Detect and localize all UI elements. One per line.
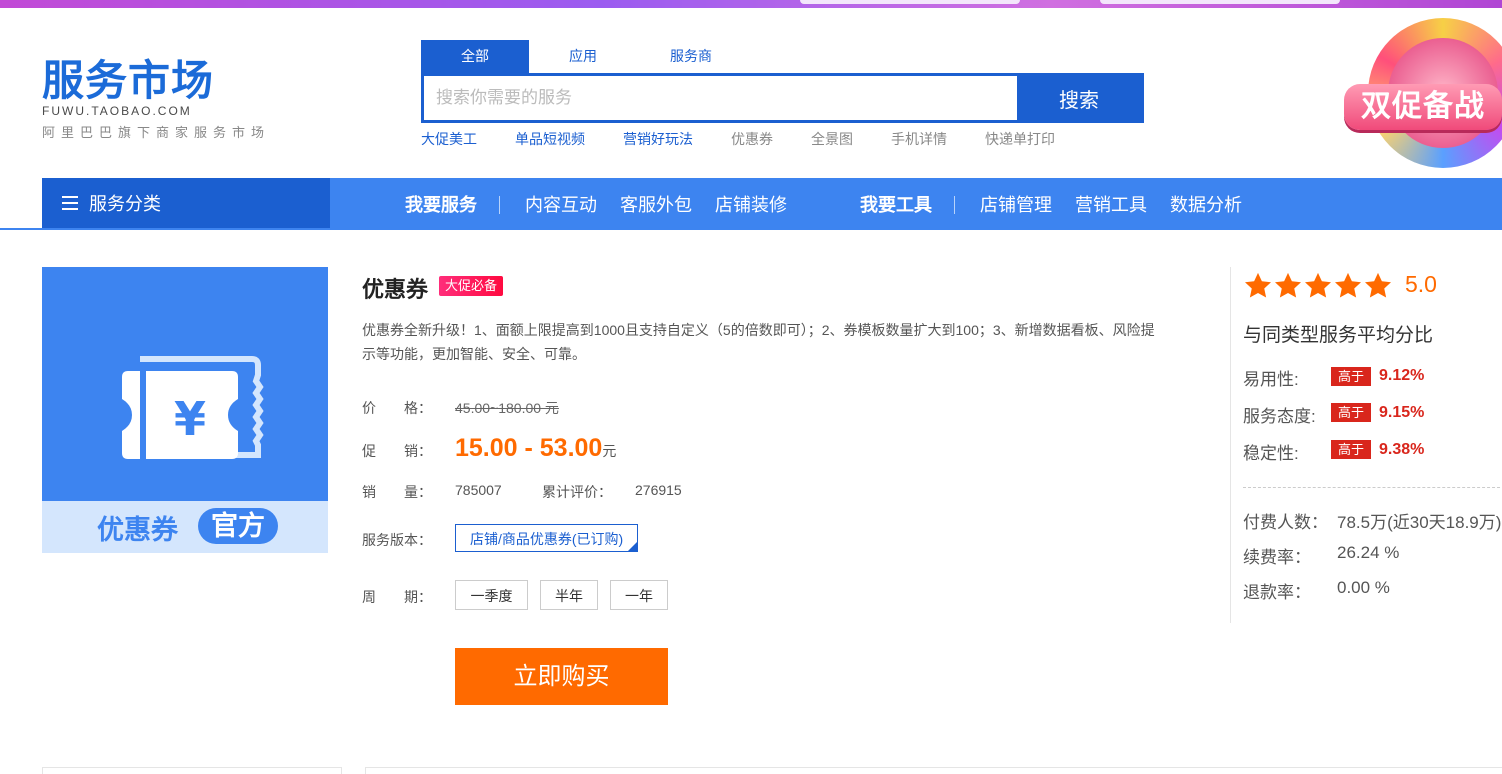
logo-tagline: 阿里巴巴旗下商家服务市场 <box>42 125 271 140</box>
strip-pill <box>1100 0 1340 4</box>
promo-label: 促 销： <box>362 443 432 459</box>
version-option-label: 店铺/商品优惠券(已订购) <box>470 531 624 547</box>
star-icon <box>1245 272 1271 298</box>
metric-value: 9.15% <box>1379 404 1425 421</box>
nav-item[interactable]: 内容互动 <box>525 193 597 217</box>
search-tab-providers[interactable]: 服务商 <box>637 40 745 73</box>
period-option[interactable]: 半年 <box>540 580 598 610</box>
promo-price: 15.00 - 53.00元 <box>455 434 616 463</box>
logo-domain: FUWU.TAOBAO.COM <box>42 104 192 118</box>
search-tabs: 全部 应用 服务商 <box>421 40 1144 73</box>
compare-title: 与同类型服务平均分比 <box>1243 325 1434 346</box>
svg-text:¥: ¥ <box>174 392 206 446</box>
nav-group-services[interactable]: 我要服务 <box>405 193 477 217</box>
stat-label: 续费率： <box>1243 548 1311 567</box>
sales-count: 785007 <box>455 482 502 498</box>
nav-item[interactable]: 营销工具 <box>1075 193 1147 217</box>
metric-value: 9.38% <box>1379 441 1425 458</box>
nav-item[interactable]: 客服外包 <box>620 193 692 217</box>
metric-label: 服务态度: <box>1243 407 1316 426</box>
buy-now-button[interactable]: 立即购买 <box>455 648 668 705</box>
search-button[interactable]: 搜索 <box>1017 76 1141 120</box>
nav-item[interactable]: 店铺管理 <box>980 193 1052 217</box>
hot-keyword[interactable]: 大促美工 <box>421 129 477 149</box>
promo-banner[interactable]: 双促备战 <box>1340 12 1502 172</box>
search-box: 搜索 <box>421 73 1144 123</box>
selected-corner-icon <box>628 542 638 551</box>
nav-underline <box>0 228 1502 230</box>
period-option[interactable]: 一年 <box>610 580 668 610</box>
logo-title: 服务市场 <box>42 56 215 105</box>
star-icon <box>1305 272 1331 298</box>
rating-score: 5.0 <box>1405 271 1437 297</box>
product-description: 优惠券全新升级！1、面额上限提高到1000且支持自定义（5的倍数即可）；2、券模… <box>362 322 1155 362</box>
promo-price-unit: 元 <box>602 443 617 459</box>
period-option[interactable]: 一季度 <box>455 580 528 610</box>
category-menu-button[interactable]: 服务分类 <box>42 178 330 230</box>
hot-keyword[interactable]: 单品短视频 <box>515 129 585 149</box>
hot-keyword[interactable]: 全景图 <box>811 129 853 149</box>
product-image: ¥ 优惠券 官方 <box>42 267 328 553</box>
image-caption: 优惠券 <box>97 515 178 545</box>
coupon-icon: ¥ <box>122 356 264 459</box>
category-label: 服务分类 <box>89 194 161 214</box>
reviews-label: 累计评价： <box>542 484 612 500</box>
promo-price-value: 15.00 - 53.00 <box>455 434 603 462</box>
star-icon <box>1335 272 1361 298</box>
top-promo-strip <box>0 0 1502 8</box>
metric-label: 易用性: <box>1243 370 1299 389</box>
nav-divider <box>499 196 500 214</box>
nav-divider <box>954 196 955 214</box>
stat-value: 78.5万(近30天18.9万) <box>1337 513 1502 532</box>
divider <box>1243 487 1502 488</box>
metric-tag: 高于 <box>1331 403 1371 422</box>
original-price: 45.00~180.00 元 <box>455 400 559 416</box>
list-icon <box>62 196 78 210</box>
star-rating <box>1243 271 1393 301</box>
site-logo[interactable]: 服务市场 FUWU.TAOBAO.COM 阿里巴巴旗下商家服务市场 <box>42 58 270 141</box>
sales-label: 销 量： <box>362 484 432 500</box>
price-label: 价 格： <box>362 400 432 416</box>
promo-badge: 大促必备 <box>439 276 504 296</box>
version-option-selected[interactable]: 店铺/商品优惠券(已订购) <box>455 524 639 552</box>
search-input[interactable] <box>424 76 1017 120</box>
search-tab-all[interactable]: 全部 <box>421 40 529 73</box>
star-icon <box>1365 272 1391 298</box>
nav-item[interactable]: 店铺装修 <box>715 193 787 217</box>
promo-text: 双促备战 <box>1344 84 1502 130</box>
metric-label: 稳定性: <box>1243 444 1299 463</box>
hot-keyword[interactable]: 手机详情 <box>891 129 947 149</box>
search-area: 全部 应用 服务商 搜索 大促美工 单品短视频 营销好玩法 优惠券 全景图 手机… <box>421 40 1144 149</box>
star-icon <box>1275 272 1301 298</box>
hot-keywords: 大促美工 单品短视频 营销好玩法 优惠券 全景图 手机详情 快递单打印 <box>421 129 1144 149</box>
rating-panel: 5.0 与同类型服务平均分比 易用性: 高于 9.12% 服务态度: 高于 9.… <box>1230 267 1502 623</box>
search-tab-apps[interactable]: 应用 <box>529 40 637 73</box>
metric-value: 9.12% <box>1379 367 1425 384</box>
stat-value: 0.00 % <box>1337 578 1390 597</box>
stat-value: 26.24 % <box>1337 543 1400 562</box>
hot-keyword[interactable]: 快递单打印 <box>985 129 1055 149</box>
version-label: 服务版本： <box>362 532 432 548</box>
hot-keyword[interactable]: 优惠券 <box>731 129 773 149</box>
hot-keyword[interactable]: 营销好玩法 <box>623 129 693 149</box>
image-official-badge: 官方 <box>198 508 278 544</box>
metric-tag: 高于 <box>1331 367 1371 386</box>
metric-tag: 高于 <box>1331 440 1371 459</box>
nav-item[interactable]: 数据分析 <box>1170 193 1242 217</box>
nav-links: 我要服务 内容互动 客服外包 店铺装修 我要工具 店铺管理 营销工具 数据分析 <box>330 178 1502 230</box>
product-title: 优惠券 <box>362 277 429 302</box>
nav-group-tools[interactable]: 我要工具 <box>860 193 932 217</box>
stat-label: 付费人数： <box>1243 513 1328 532</box>
stat-label: 退款率： <box>1243 583 1311 602</box>
main-nav: 服务分类 我要服务 内容互动 客服外包 店铺装修 我要工具 店铺管理 营销工具 … <box>0 178 1502 230</box>
strip-pill <box>800 0 1020 4</box>
reviews-count: 276915 <box>635 482 682 498</box>
period-label: 周 期： <box>362 589 432 605</box>
image-caption-band <box>42 501 328 553</box>
